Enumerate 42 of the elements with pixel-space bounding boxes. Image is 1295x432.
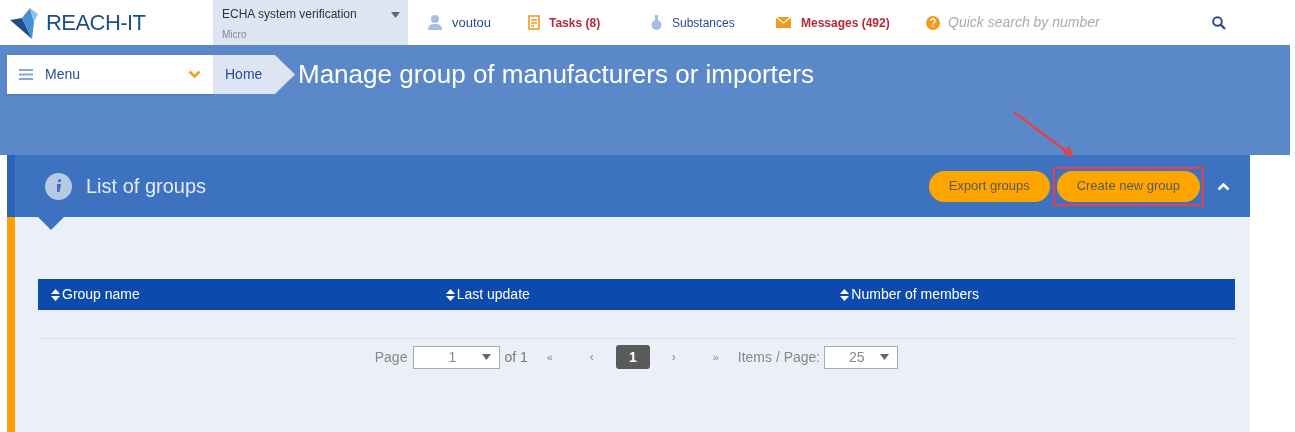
menu-button[interactable]: Menu [7,55,213,94]
last-page-link[interactable]: » [697,348,734,366]
tasks-link[interactable]: Tasks (8) [528,13,651,32]
column-header[interactable]: Group name [51,284,446,305]
next-page-link[interactable]: › [653,348,694,366]
organisation-select[interactable]: ECHA system verification Micro [213,0,408,45]
search-icon[interactable] [1212,15,1226,30]
sort-icon [840,288,850,301]
substances-link[interactable]: Substances [651,13,776,32]
sort-icon [445,288,455,301]
panel-action-button[interactable]: Export groups [928,170,1050,202]
items-per-page-select[interactable]: 25 [824,345,899,369]
page-select[interactable]: 1 [413,345,501,369]
page-label: Page [374,347,408,367]
first-page-link[interactable]: « [531,348,568,366]
arrow-icon [1012,110,1076,158]
previous-page-link[interactable]: ‹ [571,348,612,366]
caret-icon [391,12,400,18]
messages-link[interactable]: Messages (492) [776,13,926,32]
caret-icon [880,354,890,360]
quick-search-field[interactable]: Quick search by number [948,12,1198,33]
user-icon [428,15,442,30]
panel-title: List of groups [86,174,208,199]
panel-action-button[interactable]: Create new group [1056,170,1200,202]
chevron-up-icon[interactable] [1217,181,1230,191]
page-title: Manage group of manufacturers or importers [298,58,814,91]
page-link[interactable]: 1 [615,345,650,369]
sort-icon [51,288,60,301]
task-list-icon [528,15,541,30]
caret-icon [482,354,492,360]
envelope-icon [776,17,791,28]
menu-icon [19,69,33,80]
chevron-down-icon [188,70,201,79]
info-icon [45,172,72,200]
page-count: of 1 [504,347,528,367]
column-header[interactable]: Last update [445,284,841,305]
flask-icon [651,15,662,30]
home-breadcrumb[interactable]: Home [213,55,295,94]
column-header[interactable]: Number of members [840,284,1235,305]
logo-text: REACH-IT [46,9,146,37]
user-link[interactable]: voutou [428,12,528,33]
items-per-page-label: Items / Page: [737,347,821,367]
